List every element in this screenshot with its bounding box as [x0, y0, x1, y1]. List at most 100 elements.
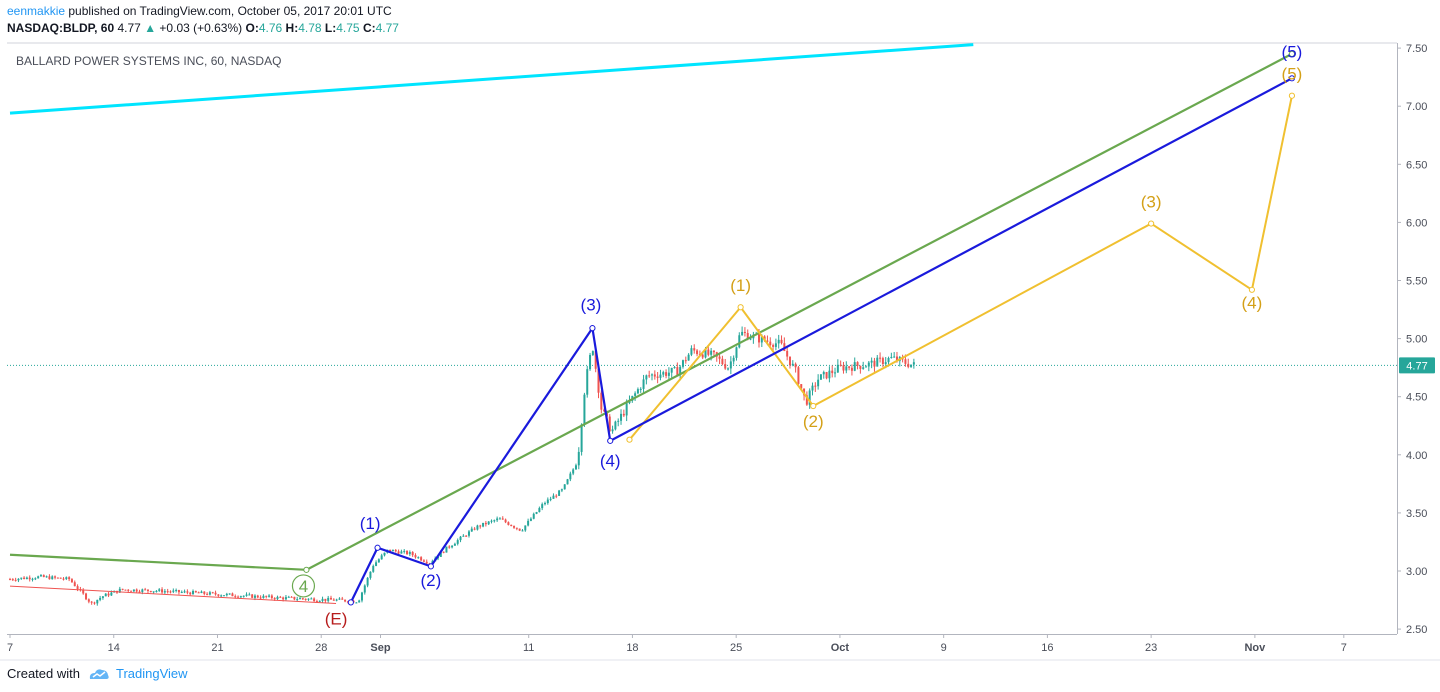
x-tick-label: 25: [730, 642, 742, 654]
candle-body: [70, 579, 73, 583]
candle-body: [175, 589, 178, 591]
candle-body: [279, 596, 282, 598]
candle-body: [146, 589, 149, 591]
tradingview-brand-link[interactable]: TradingView: [116, 666, 188, 681]
wave-label: (3): [581, 296, 602, 315]
candle-body: [473, 528, 476, 530]
candle-body: [521, 530, 524, 532]
candle-body: [65, 577, 68, 580]
candle-body: [645, 375, 648, 380]
candle-body: [462, 535, 465, 537]
candle-body: [251, 594, 254, 598]
candle-body: [313, 598, 316, 602]
candle-body: [544, 503, 547, 505]
candle-body: [324, 598, 327, 601]
candle-body: [90, 601, 93, 603]
candle-body: [68, 577, 71, 580]
candle-body: [144, 589, 147, 591]
candle-body: [729, 361, 732, 369]
y-tick-label: 3.00: [1406, 566, 1427, 578]
candle-body: [124, 589, 127, 591]
candle-body: [96, 599, 99, 604]
candle-body: [180, 591, 183, 593]
x-tick-label: 16: [1041, 642, 1053, 654]
candle-body: [206, 593, 209, 595]
wave-label: (2): [420, 571, 441, 590]
candle-body: [659, 374, 662, 378]
candle-body: [189, 592, 192, 595]
wave-vertex-marker: [1288, 92, 1296, 99]
candle-body: [45, 576, 48, 578]
candle-body: [163, 591, 166, 593]
candle-body: [341, 598, 344, 600]
candle-body: [532, 513, 535, 519]
candle-body: [712, 350, 715, 353]
candles: [9, 326, 915, 606]
wave-vertex-marker: [374, 544, 381, 551]
price-chart[interactable]: BALLARD POWER SYSTEMS INC, 60, NASDAQ 2.5…: [0, 0, 1440, 692]
candle-body: [304, 598, 307, 600]
candle-body: [724, 364, 727, 369]
candle-body: [828, 370, 831, 379]
y-tick-label: 4.00: [1406, 450, 1427, 462]
candle-body: [563, 484, 566, 490]
candle-body: [301, 598, 304, 600]
candle-body: [777, 339, 780, 344]
chart-title: BALLARD POWER SYSTEMS INC, 60, NASDAQ: [16, 54, 281, 68]
candle-body: [259, 597, 262, 599]
candle-body: [20, 577, 23, 579]
candle-body: [200, 591, 203, 594]
candle-body: [727, 368, 730, 370]
candle-body: [738, 335, 741, 348]
candle-body: [693, 348, 696, 351]
candle-body: [470, 528, 473, 532]
candle-body: [614, 421, 617, 430]
candle-body: [887, 358, 890, 363]
candle-body: [459, 536, 462, 541]
candle-body: [493, 520, 496, 522]
wave-label: (1): [360, 514, 381, 533]
candle-body: [262, 595, 265, 599]
candle-body: [344, 599, 347, 602]
candle-body: [786, 351, 789, 357]
candle-body: [634, 393, 637, 396]
candle-body: [881, 358, 884, 364]
y-tick-label: 7.50: [1406, 43, 1427, 55]
candle-body: [394, 550, 397, 552]
candle-body: [735, 347, 738, 358]
candle-body: [518, 528, 521, 531]
candle-body: [17, 578, 20, 581]
candle-body: [662, 372, 665, 375]
candle-body: [555, 495, 558, 497]
candle-body: [338, 598, 341, 600]
candle-body: [673, 367, 676, 369]
candle-body: [335, 599, 338, 601]
candle-body: [696, 350, 699, 355]
candle-body: [141, 589, 144, 592]
candle-body: [535, 512, 538, 514]
candle-body: [479, 525, 482, 527]
candle-body: [622, 413, 625, 416]
candle-body: [253, 595, 256, 598]
y-tick-label: 5.50: [1406, 276, 1427, 288]
candle-body: [290, 596, 293, 598]
candle-body: [836, 364, 839, 373]
x-tick-label: 7: [1341, 642, 1347, 654]
candle-body: [910, 364, 913, 367]
candle-body: [831, 370, 834, 374]
candle-body: [23, 577, 26, 580]
tradingview-logo-icon: [89, 668, 109, 679]
candle-body: [845, 366, 848, 371]
candle-body: [127, 589, 130, 591]
candle-body: [617, 420, 620, 422]
candle-body: [681, 360, 684, 367]
candle-body: [879, 357, 882, 359]
candle-body: [513, 526, 516, 528]
candle-body: [848, 366, 851, 368]
candle-body: [636, 389, 639, 394]
candle-body: [383, 552, 386, 556]
candle-body: [524, 525, 527, 531]
candle-body: [794, 363, 797, 368]
candle-body: [676, 367, 679, 376]
candle-body: [451, 545, 454, 548]
